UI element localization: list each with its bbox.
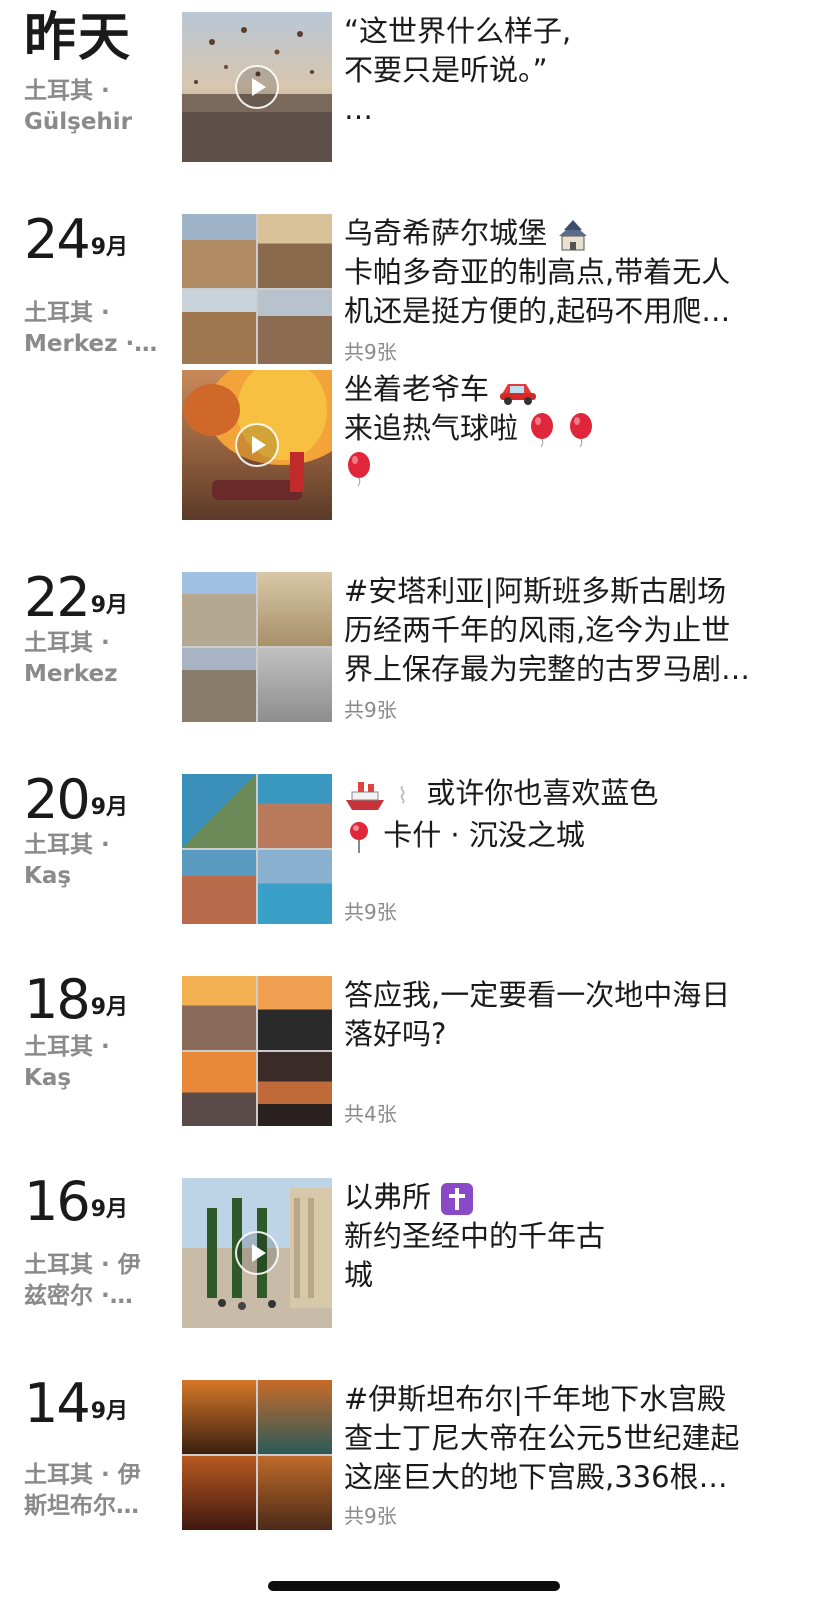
photo-sunset bbox=[182, 1052, 256, 1126]
play-icon bbox=[235, 1231, 279, 1275]
balloon-emoji-icon bbox=[570, 413, 593, 448]
location-label: 土耳其 · 伊 兹密尔 ·… bbox=[24, 1252, 141, 1309]
round-pushpin-icon bbox=[350, 822, 368, 853]
photo-theatre bbox=[258, 572, 332, 646]
post-text: ⌇ 或许你也喜欢蓝色 卡什 · 沉没之城 bbox=[344, 774, 814, 855]
balloon-emoji-icon bbox=[348, 452, 370, 487]
castle-emoji-icon bbox=[559, 220, 588, 251]
post-text: 答应我,一定要看一次地中海日 落好吗? bbox=[344, 978, 731, 1051]
latin-cross-icon bbox=[441, 1183, 474, 1215]
video-thumbnail[interactable] bbox=[182, 1178, 332, 1328]
photo-castle bbox=[258, 214, 332, 288]
date-label: 149月 bbox=[24, 1372, 129, 1435]
post-text: 坐着老爷车 来追热气球啦 bbox=[344, 370, 814, 487]
date-label: 209月 bbox=[24, 768, 129, 831]
photo-cistern bbox=[258, 1456, 332, 1530]
photo-sunset bbox=[258, 976, 332, 1050]
photo-castle bbox=[258, 290, 332, 364]
location-label: 土耳其 · Kaş bbox=[24, 832, 110, 889]
balloon-emoji-icon bbox=[531, 413, 554, 448]
date-label: 昨天 bbox=[24, 8, 133, 68]
ship-emoji-icon bbox=[346, 782, 384, 810]
photo-grid[interactable] bbox=[182, 572, 332, 722]
photo-sea bbox=[182, 774, 256, 848]
photo-count: 共9张 bbox=[344, 1504, 397, 1528]
photo-grid[interactable] bbox=[182, 774, 332, 924]
photo-theatre bbox=[258, 648, 332, 722]
play-icon bbox=[235, 423, 279, 467]
location-label: 土耳其 · Merkez ·… bbox=[24, 300, 158, 357]
video-thumbnail[interactable] bbox=[182, 12, 332, 162]
photo-castle bbox=[182, 290, 256, 364]
photo-theatre bbox=[182, 572, 256, 646]
location-label: 土耳其 · Merkez bbox=[24, 630, 118, 687]
red-car-emoji-icon bbox=[500, 384, 537, 405]
photo-theatre bbox=[182, 648, 256, 722]
location-label: 土耳其 · Gülşehir bbox=[24, 78, 133, 135]
photo-count: 共9张 bbox=[344, 698, 397, 722]
post-text: #安塔利亚|阿斯班多斯古剧场 历经两千年的风雨,迄今为止世 界上保存最为完整的古… bbox=[344, 574, 751, 686]
location-label: 土耳其 · Kaş bbox=[24, 1034, 110, 1091]
photo-sea bbox=[258, 774, 332, 848]
play-icon bbox=[235, 65, 279, 109]
post-text: #伊斯坦布尔|千年地下水宫殿 查士丁尼大帝在公元5世纪建起 这座巨大的地下宫殿,… bbox=[344, 1382, 740, 1494]
photo-sea bbox=[182, 850, 256, 924]
date-label: 189月 bbox=[24, 968, 129, 1031]
photo-castle bbox=[182, 214, 256, 288]
location-label: 土耳其 · 伊 斯坦布尔… bbox=[24, 1462, 141, 1519]
home-indicator[interactable] bbox=[268, 1581, 560, 1591]
date-label: 229月 bbox=[24, 566, 129, 629]
photo-sunset bbox=[182, 976, 256, 1050]
photo-cistern bbox=[182, 1380, 256, 1454]
photo-cistern bbox=[258, 1380, 332, 1454]
photo-cistern bbox=[182, 1456, 256, 1530]
photo-count: 共9张 bbox=[344, 900, 397, 924]
date-label: 169月 bbox=[24, 1170, 129, 1233]
post-text: 乌奇希萨尔城堡 卡帕多奇亚的制高点,带着无人 机还是挺方便的,起码不用爬… bbox=[344, 216, 731, 328]
date-label: 249月 bbox=[24, 208, 129, 271]
photo-sunset bbox=[258, 1052, 332, 1126]
video-thumbnail[interactable] bbox=[182, 370, 332, 520]
photo-count: 共9张 bbox=[344, 340, 397, 364]
photo-count: 共4张 bbox=[344, 1102, 397, 1126]
post-text: “这世界什么样子, 不要只是听说。” … bbox=[344, 14, 572, 126]
photo-grid[interactable] bbox=[182, 976, 332, 1126]
photo-grid[interactable] bbox=[182, 1380, 332, 1530]
post-text: 以弗所 新约圣经中的千年古 城 bbox=[344, 1180, 606, 1292]
photo-grid[interactable] bbox=[182, 214, 332, 364]
photo-sea bbox=[258, 850, 332, 924]
